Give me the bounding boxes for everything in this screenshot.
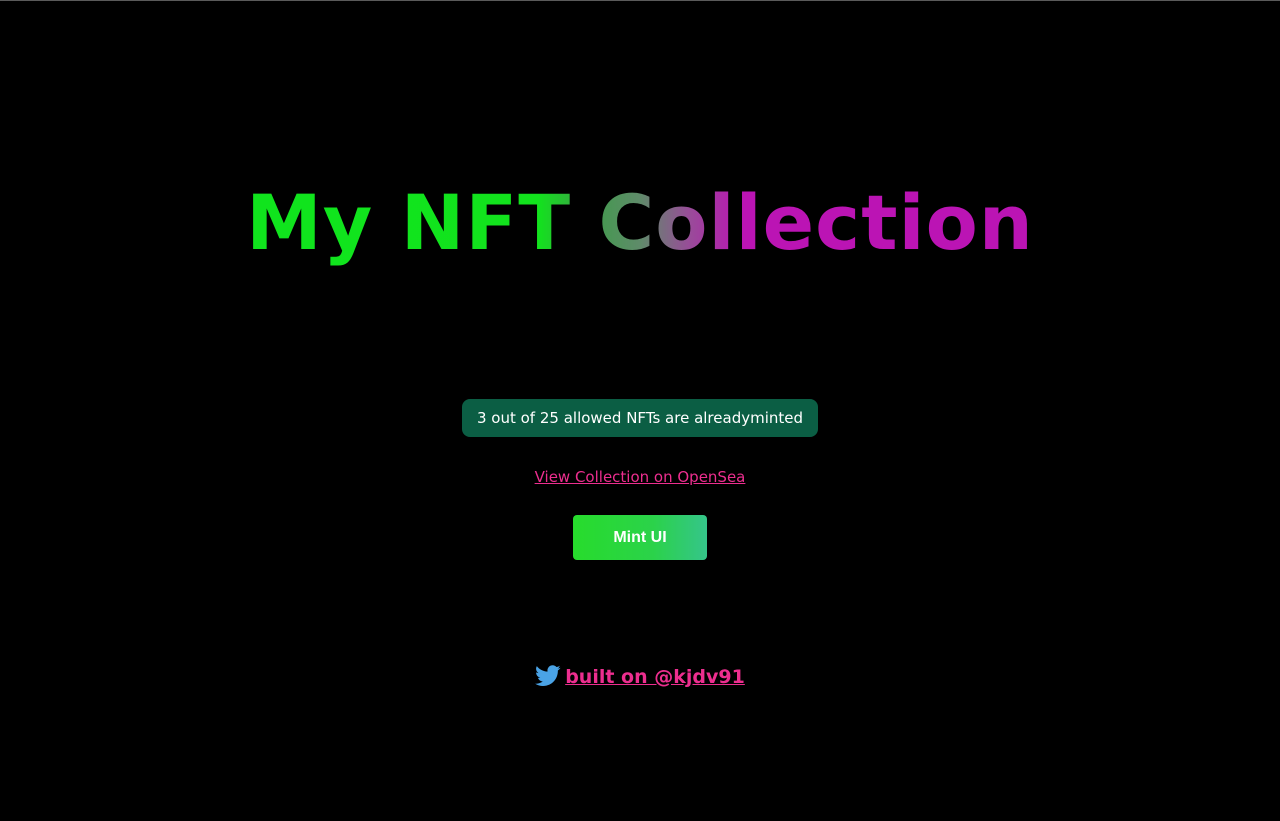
page-title: My NFT Collection	[0, 173, 1280, 273]
twitter-handle-link[interactable]: built on @kjdv91	[565, 666, 745, 688]
page: My NFT Collection 3 out of 25 allowed NF…	[0, 1, 1280, 821]
mint-button[interactable]: Mint UI	[573, 515, 707, 560]
minted-count-badge: 3 out of 25 allowed NFTs are alreadymint…	[462, 399, 818, 437]
view-collection-opensea-link[interactable]: View Collection on OpenSea	[535, 468, 746, 486]
twitter-icon	[535, 665, 561, 687]
opensea-link-container: View Collection on OpenSea	[0, 466, 1280, 488]
footer: built on @kjdv91	[0, 663, 1280, 691]
